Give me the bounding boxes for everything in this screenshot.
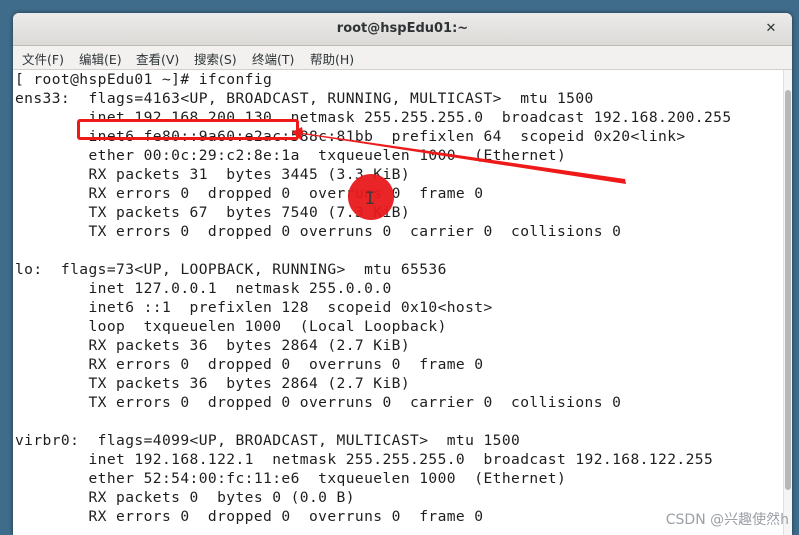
text-cursor-icon: I xyxy=(365,189,375,209)
title-bar[interactable]: root@hspEdu01:~ ✕ xyxy=(13,13,792,46)
scrollbar[interactable] xyxy=(783,70,792,535)
menu-bar: 文件(F) 编辑(E) 查看(V) 搜索(S) 终端(T) 帮助(H) xyxy=(13,46,792,70)
terminal-window: root@hspEdu01:~ ✕ 文件(F) 编辑(E) 查看(V) 搜索(S… xyxy=(13,13,792,535)
watermark: CSDN @兴趣使然h xyxy=(665,512,789,528)
close-icon[interactable]: ✕ xyxy=(761,19,781,39)
red-arrow xyxy=(292,127,626,184)
menu-view[interactable]: 查看(V) xyxy=(136,49,179,68)
menu-edit[interactable]: 编辑(E) xyxy=(79,49,122,68)
window-title: root@hspEdu01:~ xyxy=(336,21,469,36)
terminal-output[interactable]: [ root@hspEdu01 ~]# ifconfig ens33: flag… xyxy=(13,70,783,535)
menu-search[interactable]: 搜索(S) xyxy=(194,49,237,68)
menu-file[interactable]: 文件(F) xyxy=(22,49,64,68)
annotation-overlay: I xyxy=(292,127,626,220)
scrollbar-thumb[interactable] xyxy=(785,90,791,490)
menu-terminal[interactable]: 终端(T) xyxy=(252,49,294,68)
menu-help[interactable]: 帮助(H) xyxy=(310,49,354,68)
